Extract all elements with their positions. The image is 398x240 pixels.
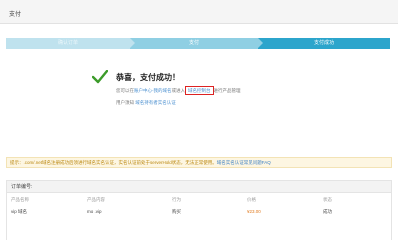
- row-action: 购买: [172, 209, 181, 214]
- domain-console-link[interactable]: 域名控制台: [185, 86, 214, 95]
- col-product-content: 产品内容: [87, 197, 105, 202]
- step-confirm-order: 确认订单: [6, 38, 135, 49]
- step-label: 确认订单: [57, 40, 78, 46]
- table-row: vip 域名 mo .vip 购买 ¥23.00 成功: [7, 205, 391, 219]
- hint-suffix: 进行产品管理: [213, 88, 241, 93]
- col-product-name: 产品名称: [11, 197, 29, 202]
- management-hint: 您可以在账户中心-我的域名或进入 域名控制台 进行产品管理: [116, 86, 241, 95]
- progress-steps: 确认订单 支付 支付成功: [6, 38, 390, 49]
- my-domains-link[interactable]: 账户中心-我的域名: [134, 88, 172, 93]
- success-title: 恭喜，支付成功！: [116, 73, 180, 82]
- order-table-header: 产品名称 产品内容 行为 价格 状态: [7, 193, 391, 205]
- step-label: 支付成功: [313, 40, 334, 46]
- row-product-name: vip 域名: [11, 209, 28, 214]
- hint-middle: 或进入: [171, 88, 186, 93]
- step-payment-success: 支付成功: [258, 38, 390, 49]
- checkmark-icon: [92, 70, 108, 84]
- faq-link[interactable]: 域名实名认证常见问题FAQ: [217, 160, 271, 165]
- page-title: 支付: [9, 12, 22, 18]
- col-status: 状态: [323, 197, 332, 202]
- step-arrow-icon: [258, 38, 263, 48]
- step-arrow-icon: [130, 38, 135, 48]
- step-label: 支付: [188, 40, 199, 46]
- real-name-verification-link[interactable]: 域名持有者实名认证: [135, 100, 176, 105]
- notice-prefix: 用户须知: [116, 100, 134, 105]
- order-panel: 订单编号: 产品名称 产品内容 行为 价格 状态 vip 域名 mo .vip …: [6, 180, 392, 240]
- tip-banner: 提示：.com/.net域名注册成功后须进行域名实名认证，实名认证前处于serv…: [6, 157, 392, 168]
- hint-prefix: 您可以在: [116, 88, 134, 93]
- col-action: 行为: [172, 197, 181, 202]
- user-notice: 用户须知 域名持有者实名认证: [116, 100, 176, 106]
- row-status: 成功: [323, 209, 332, 214]
- page-header: 支付: [0, 0, 398, 24]
- step-payment: 支付: [130, 38, 263, 49]
- row-product-content: mo .vip: [87, 209, 102, 214]
- row-price: ¥23.00: [247, 209, 261, 214]
- col-price: 价格: [247, 197, 256, 202]
- tip-text: 提示：.com/.net域名注册成功后须进行域名实名认证，实名认证前处于serv…: [10, 160, 217, 165]
- order-number-label: 订单编号:: [7, 181, 391, 193]
